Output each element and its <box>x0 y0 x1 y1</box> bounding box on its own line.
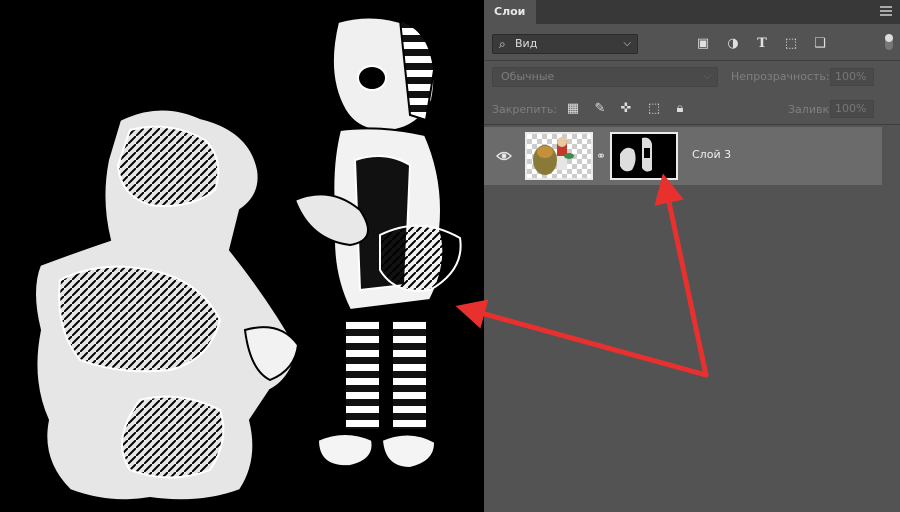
arrow-to-canvas <box>455 299 709 378</box>
annotation-arrows <box>455 173 709 378</box>
arrow-to-mask <box>654 173 709 378</box>
